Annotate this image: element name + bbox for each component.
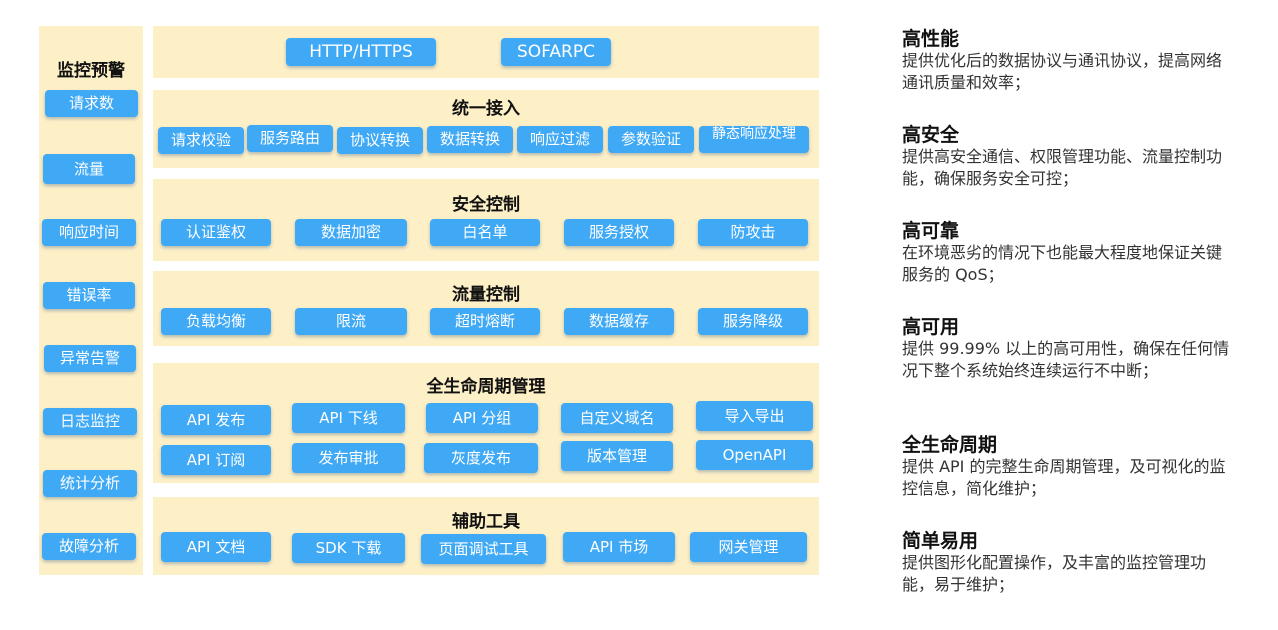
monitor-item-requests[interactable]: 请求数 xyxy=(45,90,138,117)
tools-item-3[interactable]: 页面调试工具 xyxy=(421,534,546,564)
access-item-5[interactable]: 响应过滤 xyxy=(517,126,603,153)
feature-usability: 简单易用 提供图形化配置操作，及丰富的监控管理功能，易于维护； xyxy=(902,530,1232,596)
monitor-item-traffic[interactable]: 流量 xyxy=(43,154,135,184)
access-item-7[interactable]: 静态响应处理 xyxy=(699,126,809,153)
feature-lifecycle: 全生命周期 提供 API 的完整生命周期管理，及可视化的监控信息，简化维护； xyxy=(902,434,1232,500)
monitor-item-logs[interactable]: 日志监控 xyxy=(43,408,137,435)
protocol-http[interactable]: HTTP/HTTPS xyxy=(286,38,436,66)
access-item-2[interactable]: 服务路由 xyxy=(247,125,333,152)
traffic-item-1[interactable]: 负载均衡 xyxy=(161,308,271,335)
lifecycle-row1-item-3[interactable]: API 分组 xyxy=(426,403,538,433)
tools-item-4[interactable]: API 市场 xyxy=(563,532,675,562)
lifecycle-row2-item-3[interactable]: 灰度发布 xyxy=(424,443,538,473)
lifecycle-row1-item-1[interactable]: API 发布 xyxy=(161,405,271,435)
access-item-1[interactable]: 请求校验 xyxy=(158,127,244,154)
monitoring-panel: 监控预警 请求数 流量 响应时间 错误率 异常告警 日志监控 统计分析 故障分析 xyxy=(39,26,143,575)
tools-panel: 辅助工具 API 文档 SDK 下载 页面调试工具 API 市场 网关管理 xyxy=(153,497,819,575)
lifecycle-panel: 全生命周期管理 API 发布 API 下线 API 分组 自定义域名 导入导出 … xyxy=(153,363,819,483)
tools-title: 辅助工具 xyxy=(452,512,520,532)
feature-performance: 高性能 提供优化后的数据协议与通讯协议，提高网络通讯质量和效率； xyxy=(902,28,1232,94)
feature-availability: 高可用 提供 99.99% 以上的高可用性，确保在任何情况下整个系统始终连续运行… xyxy=(902,316,1232,382)
feature-title: 高性能 xyxy=(902,28,960,50)
lifecycle-row2-item-5[interactable]: OpenAPI xyxy=(696,440,813,470)
security-item-2[interactable]: 数据加密 xyxy=(295,219,407,246)
feature-desc: 提供高安全通信、权限管理功能、流量控制功能，确保服务安全可控； xyxy=(902,147,1223,188)
access-item-6[interactable]: 参数验证 xyxy=(608,126,694,153)
access-title: 统一接入 xyxy=(452,99,520,119)
feature-desc: 在环境恶劣的情况下也能最大程度地保证关键服务的 QoS； xyxy=(902,243,1223,284)
security-title: 安全控制 xyxy=(452,195,520,215)
feature-desc: 提供优化后的数据协议与通讯协议，提高网络通讯质量和效率； xyxy=(902,51,1223,92)
monitoring-title: 监控预警 xyxy=(57,61,125,81)
tools-item-5[interactable]: 网关管理 xyxy=(690,532,807,562)
security-item-3[interactable]: 白名单 xyxy=(430,219,540,246)
lifecycle-row1-item-5[interactable]: 导入导出 xyxy=(696,401,813,431)
lifecycle-title: 全生命周期管理 xyxy=(426,377,546,397)
feature-title: 简单易用 xyxy=(902,530,979,552)
feature-desc: 提供图形化配置操作，及丰富的监控管理功能，易于维护； xyxy=(902,553,1207,594)
traffic-panel: 流量控制 负载均衡 限流 超时熔断 数据缓存 服务降级 xyxy=(153,271,819,346)
feature-reliability: 高可靠 在环境恶劣的情况下也能最大程度地保证关键服务的 QoS； xyxy=(902,220,1232,286)
feature-desc: 提供 API 的完整生命周期管理，及可视化的监控信息，简化维护； xyxy=(902,457,1226,498)
protocol-sofarpc[interactable]: SOFARPC xyxy=(501,38,611,66)
feature-title: 全生命周期 xyxy=(902,434,998,456)
monitor-item-fault-analysis[interactable]: 故障分析 xyxy=(42,533,136,560)
feature-title: 高安全 xyxy=(902,124,960,146)
traffic-item-5[interactable]: 服务降级 xyxy=(698,308,808,335)
traffic-title: 流量控制 xyxy=(452,285,520,305)
access-item-3[interactable]: 协议转换 xyxy=(337,127,423,154)
feature-title: 高可用 xyxy=(902,316,960,338)
access-panel: 统一接入 请求校验 服务路由 协议转换 数据转换 响应过滤 参数验证 静态响应处… xyxy=(153,90,819,168)
lifecycle-row1-item-4[interactable]: 自定义域名 xyxy=(561,403,673,433)
monitor-item-statistics[interactable]: 统计分析 xyxy=(43,470,137,497)
lifecycle-row2-item-2[interactable]: 发布审批 xyxy=(292,443,405,473)
traffic-item-4[interactable]: 数据缓存 xyxy=(564,308,674,335)
feature-title: 高可靠 xyxy=(902,220,960,242)
traffic-item-2[interactable]: 限流 xyxy=(295,308,407,335)
traffic-item-3[interactable]: 超时熔断 xyxy=(430,308,540,335)
lifecycle-row2-item-4[interactable]: 版本管理 xyxy=(561,441,673,471)
tools-item-1[interactable]: API 文档 xyxy=(161,532,271,562)
security-panel: 安全控制 认证鉴权 数据加密 白名单 服务授权 防攻击 xyxy=(153,179,819,261)
monitor-item-response-time[interactable]: 响应时间 xyxy=(42,219,136,246)
monitor-item-error-rate[interactable]: 错误率 xyxy=(43,282,135,309)
access-item-4[interactable]: 数据转换 xyxy=(427,126,513,153)
lifecycle-row1-item-2[interactable]: API 下线 xyxy=(292,403,405,433)
protocol-panel: HTTP/HTTPS SOFARPC xyxy=(153,26,819,78)
security-item-1[interactable]: 认证鉴权 xyxy=(161,219,271,246)
monitor-item-alerts[interactable]: 异常告警 xyxy=(44,345,136,372)
feature-desc: 提供 99.99% 以上的高可用性，确保在任何情况下整个系统始终连续运行不中断； xyxy=(902,339,1230,380)
tools-item-2[interactable]: SDK 下载 xyxy=(292,533,405,563)
security-item-4[interactable]: 服务授权 xyxy=(564,219,674,246)
lifecycle-row2-item-1[interactable]: API 订阅 xyxy=(161,445,271,475)
security-item-5[interactable]: 防攻击 xyxy=(698,219,808,246)
feature-security: 高安全 提供高安全通信、权限管理功能、流量控制功能，确保服务安全可控； xyxy=(902,124,1232,190)
